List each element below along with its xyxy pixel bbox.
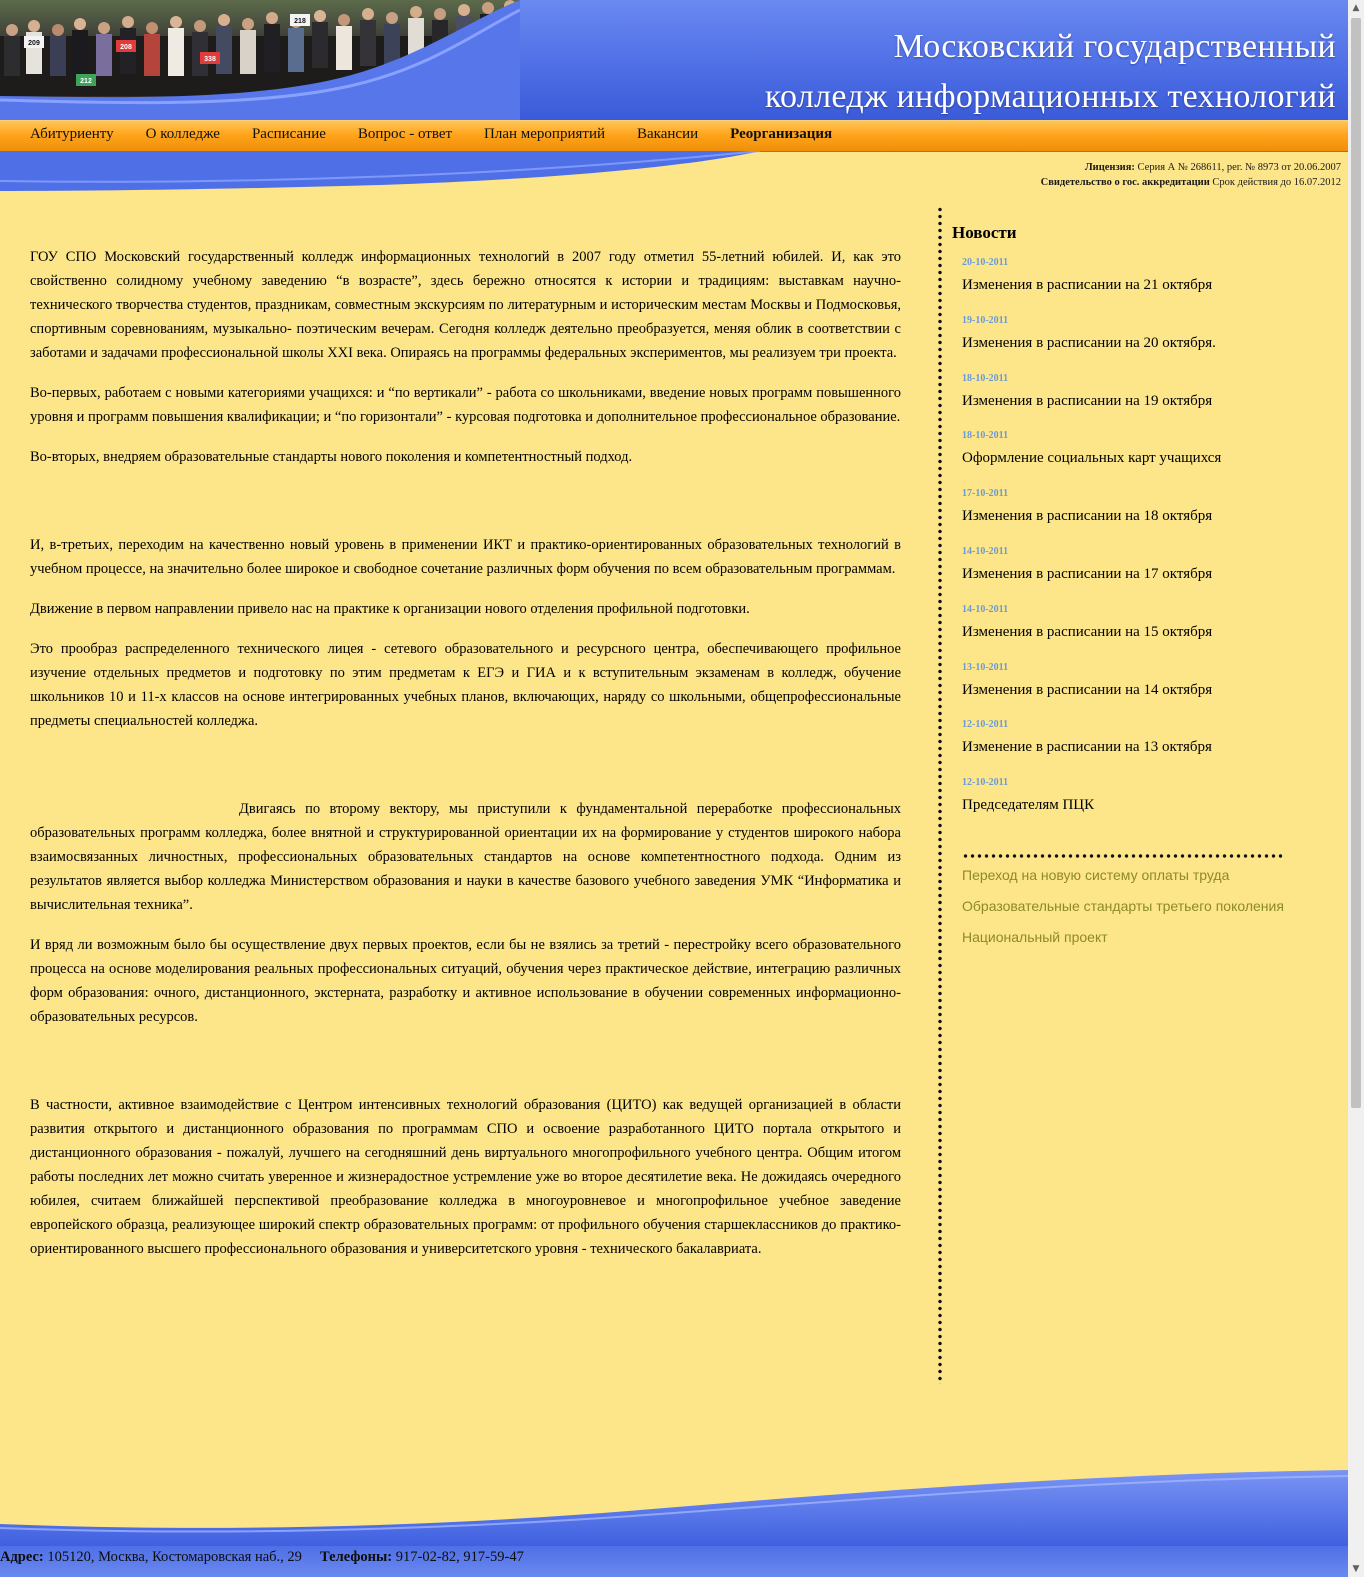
site-title-line-2: колледж информационных технологий [764, 78, 1336, 115]
news-item: 14-10-2011 Изменения в расписании на 17 … [962, 543, 1292, 601]
nav-item-raspisanie[interactable]: Расписание [236, 121, 342, 145]
news-item: 12-10-2011 Изменение в расписании на 13 … [962, 716, 1292, 774]
scroll-down-arrow-icon[interactable]: ▼ [1348, 1561, 1364, 1577]
nav-item-o-kolledzhe[interactable]: О колледже [130, 121, 236, 145]
news-title-link[interactable]: Изменения в расписании на 14 октября [962, 679, 1292, 701]
news-title-link[interactable]: Изменения в расписании на 18 октября [962, 505, 1292, 527]
news-date: 13-10-2011 [962, 661, 1009, 673]
phones-label: Телефоны: [320, 1549, 393, 1565]
news-item: 18-10-2011 Изменения в расписании на 19 … [962, 370, 1292, 428]
link-third-gen-standards[interactable]: Образовательные стандарты третьего покол… [962, 897, 1292, 915]
news-date: 12-10-2011 [962, 719, 1009, 731]
license-info: Лицензия: Серия А № 268611, рег. № 8973 … [1041, 160, 1341, 190]
license-value: Серия А № 268611, рег. № 8973 от 20.06.2… [1134, 162, 1341, 173]
crowd-sign-3: 338 [204, 56, 216, 63]
news-item: 19-10-2011 Изменения в расписании на 20 … [962, 312, 1292, 370]
site-title-line-1: Московский государственный [893, 28, 1336, 65]
crowd-sign-2: 208 [120, 44, 132, 51]
main-paragraph: И, в-третьих, переходим на качественно н… [30, 537, 901, 577]
news-title-link[interactable]: Изменение в расписании на 13 октября [962, 736, 1292, 758]
news-item: 17-10-2011 Изменения в расписании на 18 … [962, 485, 1292, 543]
news-item: 18-10-2011 Оформление социальных карт уч… [962, 427, 1292, 485]
link-national-project[interactable]: Национальный проект [962, 928, 1292, 946]
main-paragraph: Движение в первом направлении привело на… [30, 601, 750, 617]
page: 209 208 338 212 218 Московский государст… [0, 0, 1348, 1577]
crowd-sign-1: 209 [28, 40, 40, 47]
news-date: 20-10-2011 [962, 257, 1009, 268]
header-crowd-photo: 209 208 338 212 218 [0, 0, 520, 120]
link-new-pay-system[interactable]: Переход на новую систему оплаты труда [962, 866, 1292, 884]
news-title-link[interactable]: Изменения в расписании на 19 октября [962, 390, 1292, 412]
page-scrollbar[interactable]: ▲ ▼ [1348, 0, 1364, 1577]
main-paragraph: ГОУ СПО Московский государственный колле… [30, 249, 901, 361]
news-date: 18-10-2011 [962, 430, 1009, 442]
site-title: Московский государственный колледж инфор… [765, 22, 1336, 120]
sidebar-links: Переход на новую систему оплаты труда Об… [962, 866, 1292, 946]
dotted-divider [938, 206, 942, 1384]
news-title-link[interactable]: Изменения в расписании на 15 октября [962, 621, 1292, 643]
news-title-link[interactable]: Изменения в расписании на 21 октября [962, 274, 1292, 296]
news-date: 12-10-2011 [962, 777, 1009, 789]
address-label: Адрес: [0, 1549, 44, 1565]
nav-item-reorganizatsiya[interactable]: Реорганизация [714, 121, 848, 145]
main-paragraph: Это прообраз распределенного техническог… [30, 641, 901, 729]
main-paragraph: В частности, активное взаимодействие с Ц… [30, 1097, 901, 1257]
nav-item-abiturientu[interactable]: Абитуриенту [14, 121, 130, 145]
news-date: 18-10-2011 [962, 372, 1009, 384]
address-value: 105120, Москва, Костомаровская наб., 29 [43, 1549, 302, 1565]
news-date: 14-10-2011 [962, 603, 1009, 615]
news-title-link[interactable]: Оформление социальных карт учащихся [962, 447, 1292, 469]
phones-value: 917-02-82, 917-59-47 [392, 1549, 524, 1565]
news-item: 13-10-2011 Изменения в расписании на 14 … [962, 659, 1292, 717]
news-date: 17-10-2011 [962, 488, 1009, 500]
news-sidebar: Новости 20-10-2011 Изменения в расписани… [952, 222, 1292, 959]
news-title-link[interactable]: Председателям ПЦК [962, 794, 1292, 816]
nav-item-vopros-otvet[interactable]: Вопрос - ответ [342, 121, 468, 145]
news-date: 19-10-2011 [962, 314, 1009, 326]
main-content: ГОУ СПО Московский государственный колле… [30, 245, 901, 1277]
news-title-link[interactable]: Изменения в расписании на 17 октября [962, 563, 1292, 585]
license-label: Лицензия: [1084, 162, 1135, 173]
nav-item-vakansii[interactable]: Вакансии [621, 121, 714, 145]
main-paragraph: И вряд ли возможным было бы осуществлени… [30, 937, 901, 1025]
nav-item-plan-meropriyatiy[interactable]: План мероприятий [468, 121, 621, 145]
dotted-separator [962, 853, 1284, 858]
news-item: 20-10-2011 Изменения в расписании на 21 … [962, 254, 1292, 312]
footer-wave [0, 1470, 1348, 1546]
site-header: 209 208 338 212 218 Московский государст… [0, 0, 1348, 120]
main-navigation: Абитуриенту О колледже Расписание Вопрос… [0, 120, 1348, 152]
accreditation-label: Свидетельство о гос. аккредитации [1040, 177, 1210, 188]
news-title-link[interactable]: Изменения в расписании на 20 октября. [962, 332, 1292, 354]
news-item: 12-10-2011 Председателям ПЦК [962, 774, 1292, 832]
news-heading: Новости [952, 223, 1017, 242]
scroll-up-arrow-icon[interactable]: ▲ [1348, 0, 1364, 16]
footer-contacts: Адрес: 105120, Москва, Костомаровская на… [0, 1548, 524, 1566]
crowd-sign-5: 218 [294, 18, 306, 25]
news-item: 14-10-2011 Изменения в расписании на 15 … [962, 601, 1292, 659]
news-date: 14-10-2011 [962, 545, 1009, 557]
main-paragraph: Двигаясь по второму вектору, мы приступи… [30, 801, 901, 913]
main-paragraph: Во-вторых, внедряем образовательные стан… [30, 449, 633, 465]
scrollbar-thumb[interactable] [1351, 18, 1361, 1108]
main-paragraph: Во-первых, работаем с новыми категориями… [30, 385, 901, 425]
accreditation-value: Срок действия до 16.07.2012 [1209, 177, 1341, 188]
crowd-sign-4: 212 [80, 78, 92, 85]
